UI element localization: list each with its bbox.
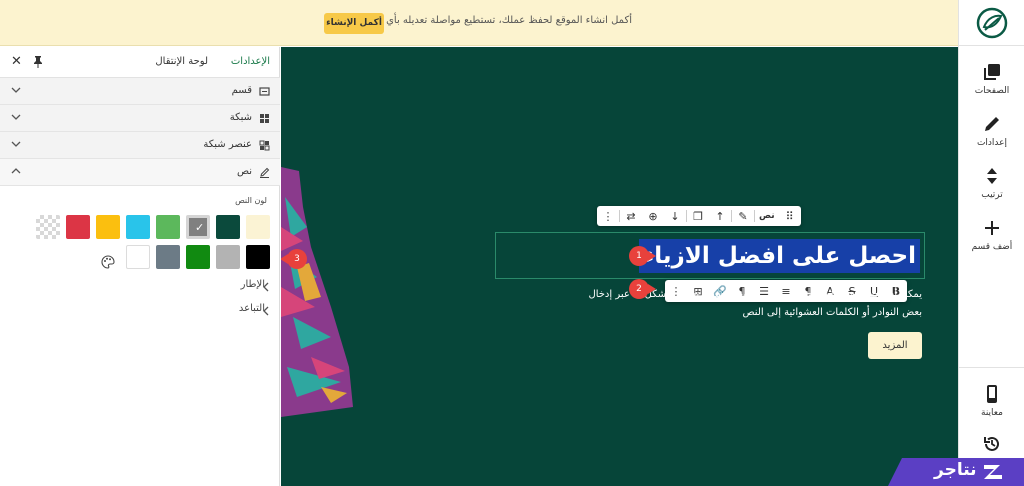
color-swatch[interactable] [216,215,240,239]
rail-sort-label: ترتيب [981,190,1003,200]
element-type-label: نص [759,211,775,221]
side-rail: الصفحات إعدادات ترتيب أضف قسم معاينة [958,0,1024,486]
chevron-left-icon [263,282,269,292]
brand-name: نتاجر [934,460,977,480]
sort-icon [987,168,997,184]
accordion-grid[interactable]: شبكة [0,105,280,132]
history-icon [984,436,999,451]
edit-icon[interactable]: ✎ [732,206,754,226]
color-swatch[interactable] [156,245,180,269]
step-marker: 3 [281,249,307,269]
pencil-icon [985,117,999,131]
color-swatch[interactable] [66,215,90,239]
heading-block[interactable]: احصل على افضل الازياء [495,232,925,279]
drag-handle-icon[interactable]: ⠿ [779,206,801,226]
panel-header: الإعدادات لوحة الإنتقال ✕ [0,47,280,78]
accordion-grid-item[interactable]: عنصر شبكة [0,132,280,159]
color-swatch[interactable] [156,215,180,239]
logo[interactable] [959,0,1024,46]
rail-pages-label: الصفحات [974,86,1010,96]
color-swatch-transparent[interactable] [36,215,60,239]
pages-icon [984,64,1000,80]
rail-settings-label: إعدادات [976,138,1008,148]
color-swatch[interactable] [246,215,270,239]
grid-icon [260,114,269,123]
chevron-down-icon [11,87,21,93]
accordion-text[interactable]: نص [0,159,280,186]
rail-add-section-label: أضف قسم [971,242,1013,252]
plus-icon [985,221,999,235]
more-options-icon[interactable]: ⋮ [597,206,619,226]
brand-logo-icon [984,465,1002,479]
rail-preview[interactable]: معاينة [959,384,1024,436]
palette-icon[interactable] [101,255,115,269]
text-edit-icon [260,167,270,178]
text-color-label: لون النص [235,196,267,205]
editor-window: أكمل انشاء الموقع لحفظ عملك، تستطيع مواص… [0,0,1024,486]
accordion-grid-item-label: عنصر شبكة [203,139,252,150]
grid-item-icon [259,140,270,151]
chevron-down-icon [11,114,21,120]
color-swatch-selected[interactable] [186,215,210,239]
color-swatch[interactable] [216,245,240,269]
rail-settings[interactable]: إعدادات [959,114,1024,166]
page-canvas[interactable]: احصل على افضل الازياء ⋮ ⇄ ⊕ ↓ ❐ ↑ ✎ نص ⠿… [281,47,958,486]
color-swatch[interactable] [96,215,120,239]
dress-image [281,167,353,417]
close-icon[interactable]: ✕ [11,54,22,69]
rail-preview-label: معاينة [981,408,1003,418]
swap-icon[interactable]: ⇄ [620,206,642,226]
notice-banner: أكمل انشاء الموقع لحفظ عملك، تستطيع مواص… [0,0,958,46]
pin-icon[interactable] [32,55,44,69]
body-text-line2[interactable]: بعض النوادر أو الكلمات العشوائية إلى الن… [502,307,922,318]
accordion-section[interactable]: قسم [0,78,280,105]
chevron-up-icon [11,168,21,174]
tab-settings[interactable]: الإعدادات [231,56,270,67]
more-button[interactable]: المزيد [868,332,922,359]
accordion-section-label: قسم [231,85,252,96]
logo-icon [976,7,1008,38]
tab-navigation[interactable]: لوحة الإنتقال [155,56,208,67]
chevron-left-icon [263,306,269,316]
element-toolbar: ⋮ ⇄ ⊕ ↓ ❐ ↑ ✎ نص ⠿ [597,206,801,226]
mobile-icon [987,385,997,403]
rail-pages[interactable]: الصفحات [959,62,1024,114]
color-swatch[interactable] [126,215,150,239]
move-up-icon[interactable]: ↑ [709,206,731,226]
settings-panel: الإعدادات لوحة الإنتقال ✕ قسم شبكة عنصر … [0,47,280,486]
step-marker: 1 [629,246,656,266]
chevron-down-icon [11,141,21,147]
brand-watermark: نتاجر [888,458,1024,486]
body-text-line1[interactable]: يمكن أن تحتوي هذه المساحة على نص تعريفي،… [502,289,922,300]
step-marker: 2 [629,279,656,299]
section-icon [259,87,270,96]
add-above-icon[interactable]: ⊕ [642,206,664,226]
color-swatch[interactable] [126,245,150,269]
add-below-icon[interactable]: ↓ [664,206,686,226]
page-heading[interactable]: احصل على افضل الازياء [638,239,920,273]
rail-add-section[interactable]: أضف قسم [959,218,1024,270]
rail-divider [959,367,1024,368]
accordion-text-label: نص [236,166,252,177]
rail-sort[interactable]: ترتيب [959,166,1024,218]
banner-message: أكمل انشاء الموقع لحفظ عملك، تستطيع مواص… [363,15,632,26]
accordion-grid-label: شبكة [229,112,252,123]
color-swatch[interactable] [246,245,270,269]
duplicate-icon[interactable]: ❐ [687,206,709,226]
complete-setup-button[interactable]: أكمل الإنشاء [324,13,384,34]
color-swatch[interactable] [186,245,210,269]
